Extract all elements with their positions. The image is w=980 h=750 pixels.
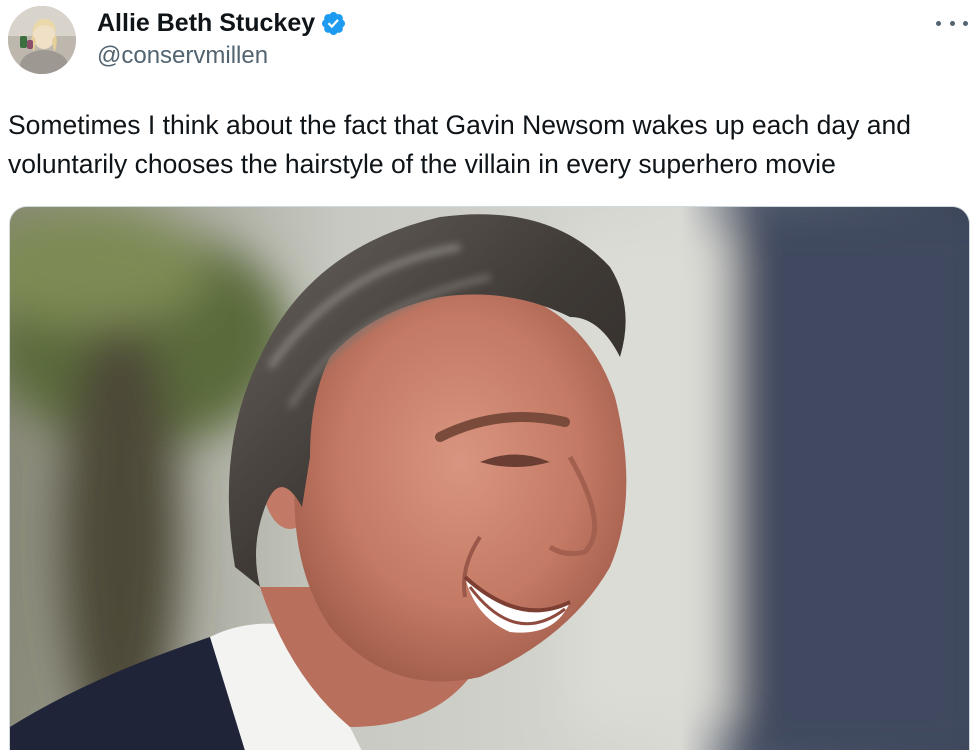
author-handle[interactable]: @conservmillen [97, 42, 347, 70]
more-horizontal-icon[interactable] [936, 14, 968, 32]
tweet-card: Allie Beth Stuckey @conservmillen Someti… [0, 0, 980, 750]
tweet-media-photo[interactable] [9, 206, 970, 750]
author-avatar[interactable] [8, 6, 76, 74]
author-info: Allie Beth Stuckey @conservmillen [97, 6, 347, 70]
portrait-photo [10, 207, 969, 750]
verified-badge-icon [320, 10, 347, 37]
author-display-name[interactable]: Allie Beth Stuckey [97, 9, 315, 38]
dot [949, 20, 955, 26]
tweet-text: Sometimes I think about the fact that Ga… [8, 110, 911, 179]
dot [963, 20, 968, 26]
name-row: Allie Beth Stuckey [97, 6, 347, 40]
avatar-photo [8, 6, 76, 74]
dot [936, 20, 941, 26]
